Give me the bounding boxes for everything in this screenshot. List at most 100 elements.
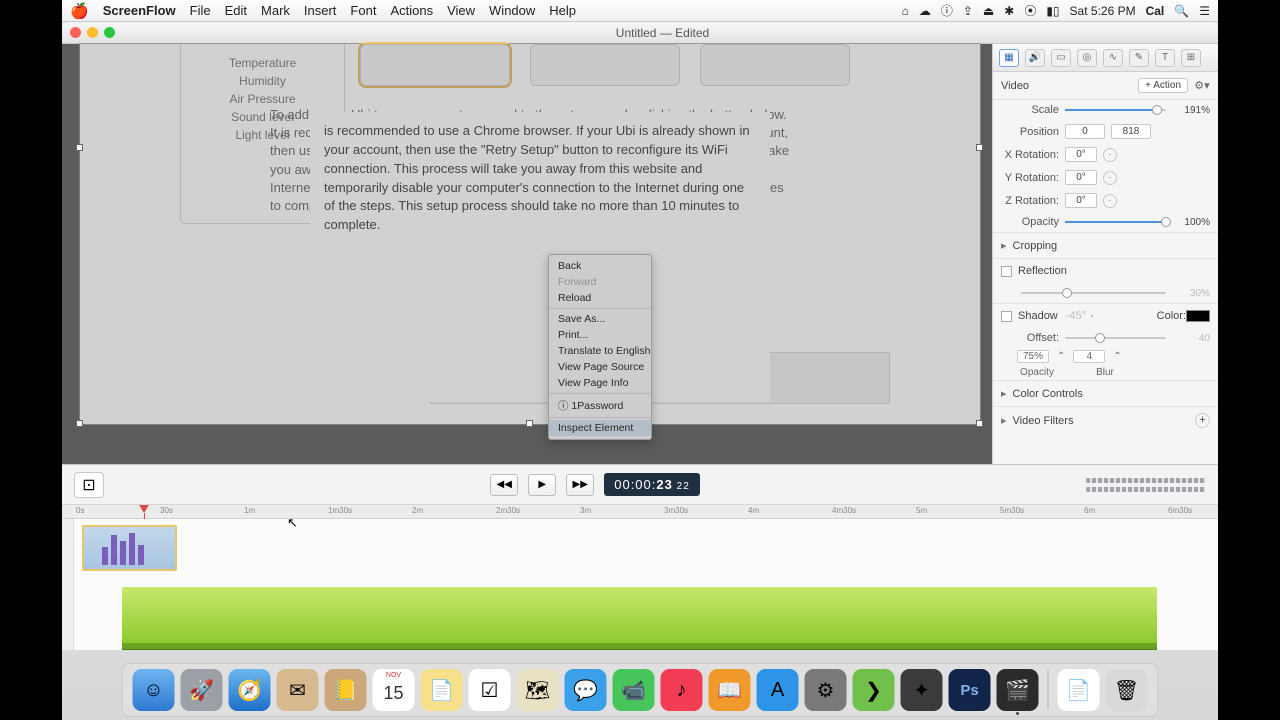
ruler-label: 2m30s [496, 506, 520, 515]
media-clip[interactable] [122, 587, 1157, 643]
section-cropping[interactable]: ▸Cropping [993, 232, 1218, 258]
crop-button[interactable]: ⊡ [74, 472, 104, 498]
add-filter-button[interactable]: + [1195, 413, 1210, 428]
dock-document[interactable]: 📄 [1058, 669, 1100, 711]
menu-view[interactable]: View [447, 3, 475, 18]
dock-safari[interactable]: 🧭 [229, 669, 271, 711]
menu-extra-icon[interactable]: ⌂ [902, 4, 909, 18]
dock-facetime[interactable]: 📹 [613, 669, 655, 711]
resize-handle[interactable] [76, 420, 83, 427]
video-clip[interactable] [82, 525, 177, 571]
section-filters[interactable]: ▸Video Filters+ [993, 406, 1218, 434]
tab-media[interactable]: ⊞ [1181, 49, 1201, 67]
menu-file[interactable]: File [190, 3, 211, 18]
menu-insert[interactable]: Insert [304, 3, 337, 18]
bluetooth-icon[interactable]: ✱ [1004, 4, 1014, 18]
dock-finder[interactable]: ☺ [133, 669, 175, 711]
rewind-button[interactable]: ◀◀ [490, 474, 518, 496]
dock-maps[interactable]: 🗺 [517, 669, 559, 711]
dock-fcpx[interactable]: ✦ [901, 669, 943, 711]
dock-calendar[interactable]: NOV15 [373, 669, 415, 711]
battery-icon[interactable]: ▮▯ [1046, 4, 1059, 18]
spotlight-icon[interactable]: 🔍 [1174, 4, 1189, 18]
ruler-label: 2m [412, 506, 423, 515]
dock-screenflow[interactable]: 🎬 [997, 669, 1039, 711]
reset-icon[interactable]: · [1103, 171, 1117, 185]
dock-feedly[interactable]: ❯ [853, 669, 895, 711]
app-name[interactable]: ScreenFlow [103, 3, 176, 18]
dock-photoshop[interactable]: Ps [949, 669, 991, 711]
tracks[interactable]: 🔍 [62, 519, 1218, 650]
timecode: 00:00:23 22 [604, 473, 700, 496]
dock-itunes[interactable]: ♪ [661, 669, 703, 711]
apple-menu[interactable]: 🍎 [70, 2, 89, 20]
section-color[interactable]: ▸Color Controls [993, 380, 1218, 406]
y-rotation[interactable]: 0° [1065, 170, 1097, 185]
tab-audio[interactable]: 🔊 [1025, 49, 1045, 67]
dock-appstore[interactable]: A [757, 669, 799, 711]
ruler-label: 30s [160, 506, 173, 515]
window-zoom[interactable] [104, 27, 115, 38]
menu-edit[interactable]: Edit [225, 3, 247, 18]
mac-menubar: 🍎 ScreenFlow File Edit Mark Insert Font … [62, 0, 1218, 22]
opacity-slider[interactable] [1065, 216, 1166, 228]
dock-notes[interactable]: 📄 [421, 669, 463, 711]
ruler-label: 6m30s [1168, 506, 1192, 515]
x-rotation[interactable]: 0° [1065, 147, 1097, 162]
dock-trash[interactable]: 🗑 [1106, 669, 1148, 711]
section-shadow[interactable]: Shadow -45° · Color: [993, 303, 1218, 328]
inspector-title: Video [1001, 80, 1029, 92]
dock-contacts[interactable]: 📒 [325, 669, 367, 711]
position-y[interactable]: 818 [1111, 124, 1151, 139]
dock-ibooks[interactable]: 📖 [709, 669, 751, 711]
menu-extra-icon[interactable]: ⇪ [963, 4, 973, 18]
resize-handle[interactable] [976, 420, 983, 427]
menu-mark[interactable]: Mark [261, 3, 290, 18]
resize-handle[interactable] [976, 144, 983, 151]
position-x[interactable]: 0 [1065, 124, 1105, 139]
tab-callout[interactable]: ◎ [1077, 49, 1097, 67]
ruler-label: 3m [580, 506, 591, 515]
dock-settings[interactable]: ⚙ [805, 669, 847, 711]
scale-slider[interactable] [1065, 104, 1166, 116]
menu-font[interactable]: Font [350, 3, 376, 18]
timeline: ⊡ ◀◀ ▶ ▶▶ 00:00:23 22 0s30s1m1m30s2m2m30… [62, 464, 1218, 650]
tab-text[interactable]: T [1155, 49, 1175, 67]
tab-touch[interactable]: ∿ [1103, 49, 1123, 67]
shadow-color[interactable] [1186, 310, 1210, 322]
window-close[interactable] [70, 27, 81, 38]
dock-launchpad[interactable]: 🚀 [181, 669, 223, 711]
window-minimize[interactable] [87, 27, 98, 38]
dock-reminders[interactable]: ☑ [469, 669, 511, 711]
reset-icon[interactable]: · [1103, 148, 1117, 162]
tab-screen[interactable]: ▭ [1051, 49, 1071, 67]
menu-extra-icon[interactable]: ⓘ [941, 2, 953, 19]
user-menu[interactable]: Cal [1146, 4, 1165, 18]
clock[interactable]: Sat 5:26 PM [1070, 4, 1136, 18]
menu-actions[interactable]: Actions [390, 3, 433, 18]
playhead[interactable] [139, 505, 149, 513]
resize-handle[interactable] [526, 420, 533, 427]
tab-video[interactable]: ▦ [999, 49, 1019, 67]
canvas-area[interactable]: Temperature Humidity Air Pressure Sound … [62, 44, 992, 464]
forward-button[interactable]: ▶▶ [566, 474, 594, 496]
menu-help[interactable]: Help [549, 3, 576, 18]
menu-window[interactable]: Window [489, 3, 535, 18]
notification-center-icon[interactable]: ☰ [1199, 4, 1210, 18]
z-rotation[interactable]: 0° [1065, 193, 1097, 208]
dock-mail[interactable]: ✉ [277, 669, 319, 711]
gear-icon[interactable]: ⚙▾ [1194, 79, 1210, 92]
screenflow-window: Untitled — Edited Temperature Humidity A… [62, 22, 1218, 650]
wifi-icon[interactable]: ⦿ [1024, 2, 1036, 19]
tab-annotate[interactable]: ✎ [1129, 49, 1149, 67]
reset-icon[interactable]: · [1103, 194, 1117, 208]
dock-messages[interactable]: 💬 [565, 669, 607, 711]
add-action-button[interactable]: + Action [1138, 78, 1188, 93]
resize-handle[interactable] [76, 144, 83, 151]
play-button[interactable]: ▶ [528, 474, 556, 496]
section-reflection[interactable]: Reflection [993, 258, 1218, 283]
menu-extra-icon[interactable]: ⏏ [983, 4, 994, 18]
ruler-label: 1m30s [328, 506, 352, 515]
menu-extra-icon[interactable]: ☁ [919, 4, 931, 18]
ruler[interactable]: 0s30s1m1m30s2m2m30s3m3m30s4m4m30s5m5m30s… [62, 505, 1218, 519]
